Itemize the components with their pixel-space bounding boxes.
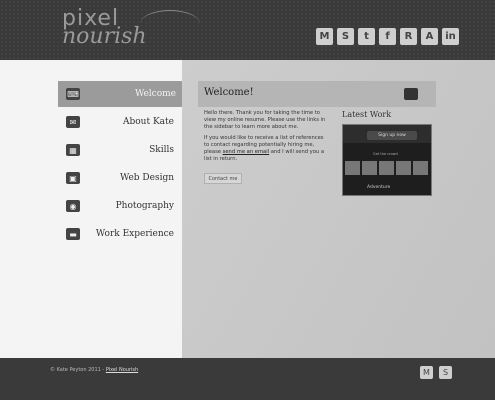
skype-icon[interactable]: S [337,28,354,45]
page-title: Welcome! [204,87,254,98]
sidebar-item-label: Skills [149,145,174,155]
linkedin-icon[interactable]: in [442,28,459,45]
email-link[interactable]: send me an email [223,149,269,155]
facebook-icon[interactable]: f [379,28,396,45]
social-icons: M S t f R A in [316,28,459,45]
sidebar-item-web-design[interactable]: ▣ Web Design [58,165,182,191]
gmail-icon[interactable]: M [420,366,433,379]
intro-paragraph: Hello there. Thank you for taking the ti… [204,110,326,130]
logo[interactable]: pixel nourish [62,8,200,49]
references-paragraph: If you would like to receive a list of r… [204,135,330,163]
presentation-icon: ▣ [66,172,80,184]
calculator-icon: ▦ [66,144,80,156]
latest-work-title: Latest Work [342,110,392,119]
welcome-bar: Welcome! [198,81,436,107]
twitter-icon[interactable]: t [358,28,375,45]
camera-icon: ◉ [66,200,80,212]
logo-swirl [140,10,200,38]
sidebar-item-about-kate[interactable]: ✉ About Kate [58,109,182,135]
face-image [396,161,411,175]
sidebar-item-welcome[interactable]: ⌨ Welcome [58,81,184,107]
sidebar-item-label: About Kate [123,117,174,127]
latest-work-thumbnail[interactable]: Sign up now Get the crowd Adventure [342,124,432,196]
copyright: © Kate Peyton 2011 - Pixel Nourish [50,367,138,373]
deviantart-icon[interactable]: A [421,28,438,45]
rss-icon[interactable]: R [400,28,417,45]
face-image [362,161,377,175]
main-content: Welcome! Hello there. Thank you for taki… [182,60,495,358]
sidebar-item-label: Web Design [119,173,174,183]
face-image [379,161,394,175]
signup-badge: Sign up now [367,131,417,140]
skype-icon[interactable]: S [439,366,452,379]
thumb-faces [345,161,428,175]
sidebar-item-photography[interactable]: ◉ Photography [58,193,182,219]
briefcase-icon: ▬ [66,228,80,240]
sidebar-item-label: Work Experience [95,229,174,239]
sidebar-item-work-experience[interactable]: ▬ Work Experience [58,221,182,247]
site-header: pixel nourish M S t f R A in [0,0,495,60]
site-footer: © Kate Peyton 2011 - Pixel Nourish M S [0,358,495,400]
chat-icon: ✉ [66,116,80,128]
face-image [345,161,360,175]
thumb-caption: Adventure [367,185,391,190]
sidebar-item-skills[interactable]: ▦ Skills [58,137,182,163]
face-image [413,161,428,175]
thumb-tagline: Get the crowd [373,152,398,156]
sidebar-item-label: Photography [115,201,174,211]
footer-icons: M S [420,366,452,379]
footer-link[interactable]: Pixel Nourish [106,367,138,373]
welcome-text: Hello there. Thank you for taking the ti… [204,110,330,167]
copyright-text: © Kate Peyton 2011 - [50,367,106,373]
keyboard-icon: ⌨ [66,88,80,100]
logo-line2: nourish [62,24,147,49]
sidebar: ⌨ Welcome ✉ About Kate ▦ Skills ▣ Web De… [0,60,184,358]
contact-button[interactable]: Contact me [204,173,242,184]
sidebar-item-label: Welcome [134,89,176,99]
gmail-icon[interactable]: M [316,28,333,45]
keyboard-icon [404,88,418,100]
